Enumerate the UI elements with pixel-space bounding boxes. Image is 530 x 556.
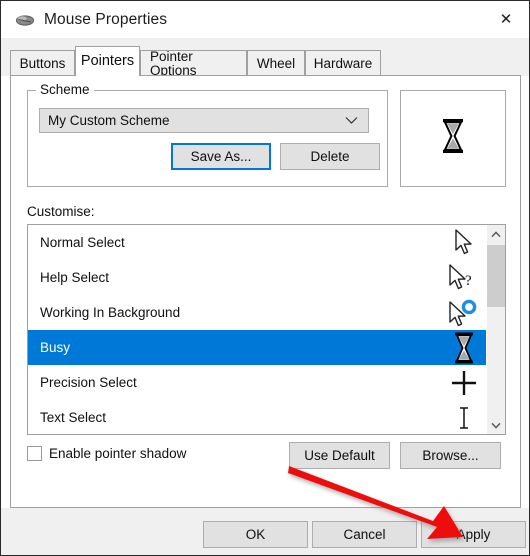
cursor-list-scrollbar[interactable] bbox=[486, 225, 505, 434]
list-item-text-select[interactable]: Text Select bbox=[28, 400, 486, 434]
tab-buttons[interactable]: Buttons bbox=[10, 50, 75, 76]
mouse-properties-dialog: Mouse Properties ✕ Buttons Pointers Poin… bbox=[0, 0, 530, 556]
enable-pointer-shadow-label: Enable pointer shadow bbox=[49, 446, 187, 461]
save-as-button[interactable]: Save As... bbox=[171, 143, 271, 170]
cursor-preview-panel bbox=[400, 90, 506, 187]
chevron-up-icon[interactable] bbox=[487, 225, 505, 243]
ibeam-cursor-icon bbox=[442, 405, 486, 431]
scheme-combobox-value: My Custom Scheme bbox=[48, 113, 170, 128]
tab-hardware[interactable]: Hardware bbox=[305, 50, 381, 76]
list-item-precision-select[interactable]: Precision Select bbox=[28, 365, 486, 400]
list-item-label: Working In Background bbox=[40, 305, 181, 320]
scrollbar-thumb[interactable] bbox=[487, 245, 505, 307]
list-item-busy[interactable]: Busy bbox=[28, 330, 486, 365]
list-item-label: Text Select bbox=[40, 410, 107, 425]
enable-pointer-shadow-row[interactable]: Enable pointer shadow bbox=[27, 446, 186, 461]
arrow-question-cursor-icon: ? bbox=[442, 263, 486, 292]
enable-pointer-shadow-checkbox[interactable] bbox=[27, 446, 42, 461]
scheme-combobox[interactable]: My Custom Scheme bbox=[39, 108, 369, 133]
ok-button[interactable]: OK bbox=[203, 521, 308, 548]
customise-label: Customise: bbox=[27, 204, 95, 219]
list-item-label: Normal Select bbox=[40, 235, 125, 250]
list-item-label: Precision Select bbox=[40, 375, 137, 390]
apply-button[interactable]: Apply bbox=[421, 521, 526, 548]
scheme-group: Scheme My Custom Scheme Save As... Delet… bbox=[27, 82, 388, 187]
browse-button[interactable]: Browse... bbox=[400, 442, 501, 469]
delete-button[interactable]: Delete bbox=[280, 143, 380, 170]
arrow-cursor-icon bbox=[442, 228, 486, 257]
cancel-button[interactable]: Cancel bbox=[312, 521, 417, 548]
svg-text:?: ? bbox=[465, 273, 472, 289]
list-item-help-select[interactable]: Help Select ? bbox=[28, 260, 486, 295]
list-item-label: Help Select bbox=[40, 270, 110, 285]
list-item-normal-select[interactable]: Normal Select bbox=[28, 225, 486, 260]
cursor-list[interactable]: Normal Select Help Select ? Working In B… bbox=[27, 224, 506, 435]
title-bar: Mouse Properties ✕ bbox=[1, 1, 529, 38]
list-item-label: Busy bbox=[40, 340, 71, 355]
hourglass-cursor-icon bbox=[442, 332, 486, 364]
list-item-working-in-background[interactable]: Working In Background bbox=[28, 295, 486, 330]
chevron-down-icon bbox=[345, 116, 358, 125]
pointers-tab-panel: Scheme My Custom Scheme Save As... Delet… bbox=[10, 75, 521, 508]
dialog-footer: OK Cancel Apply bbox=[1, 508, 529, 555]
tab-strip: Buttons Pointers Pointer Options Wheel H… bbox=[1, 38, 529, 77]
tab-wheel[interactable]: Wheel bbox=[247, 50, 305, 76]
mouse-icon bbox=[14, 9, 36, 31]
chevron-down-icon[interactable] bbox=[487, 416, 505, 434]
arrow-spinner-cursor-icon bbox=[442, 299, 486, 327]
tab-pointer-options[interactable]: Pointer Options bbox=[140, 50, 247, 77]
close-icon[interactable]: ✕ bbox=[483, 1, 529, 37]
tab-pointers[interactable]: Pointers bbox=[75, 46, 140, 76]
crosshair-cursor-icon bbox=[442, 369, 486, 397]
scheme-group-label: Scheme bbox=[36, 82, 94, 97]
use-default-button[interactable]: Use Default bbox=[289, 442, 390, 469]
hourglass-busy-cursor-icon bbox=[439, 118, 467, 159]
cursor-list-items: Normal Select Help Select ? Working In B… bbox=[28, 225, 486, 434]
window-title: Mouse Properties bbox=[44, 10, 168, 28]
